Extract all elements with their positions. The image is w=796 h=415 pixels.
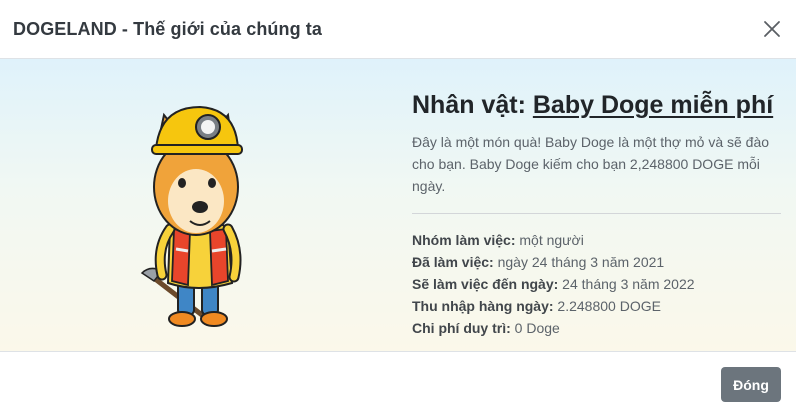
close-icon[interactable] bbox=[762, 19, 782, 39]
detail-value: ngày 24 tháng 3 năm 2021 bbox=[493, 254, 665, 270]
detail-label: Đã làm việc: bbox=[412, 254, 494, 270]
detail-row-daily-income: Thu nhập hàng ngày: 2.248800 DOGE bbox=[412, 295, 781, 317]
modal-dialog: DOGELAND - Thế giới của chúng ta Nhân vậ… bbox=[0, 0, 796, 415]
detail-row-work-group: Nhóm làm việc: một người bbox=[412, 229, 781, 251]
character-heading: Nhân vật: Baby Doge miễn phí bbox=[412, 89, 781, 121]
character-details: Nhóm làm việc: một người Đã làm việc: ng… bbox=[412, 229, 781, 339]
doge-miner-image bbox=[140, 79, 250, 331]
detail-label: Nhóm làm việc: bbox=[412, 232, 516, 248]
detail-label: Chi phí duy trì: bbox=[412, 320, 511, 336]
character-info: Nhân vật: Baby Doge miễn phí Đây là một … bbox=[412, 89, 781, 339]
divider bbox=[412, 213, 781, 214]
modal-footer: Đóng bbox=[0, 352, 796, 415]
character-description: Đây là một món quà! Baby Doge là một thợ… bbox=[412, 134, 770, 194]
detail-value: 2.248800 DOGE bbox=[553, 298, 661, 314]
character-heading-prefix: Nhân vật: bbox=[412, 91, 533, 119]
detail-value: 0 Doge bbox=[510, 320, 560, 336]
detail-row-maintenance-cost: Chi phí duy trì: 0 Doge bbox=[412, 317, 781, 339]
close-button[interactable]: Đóng bbox=[721, 367, 781, 402]
detail-row-work-until: Sẽ làm việc đến ngày: 24 tháng 3 năm 202… bbox=[412, 273, 781, 295]
detail-value: một người bbox=[515, 232, 584, 248]
modal-body: Nhân vật: Baby Doge miễn phí Đây là một … bbox=[0, 59, 796, 352]
detail-value: 24 tháng 3 năm 2022 bbox=[558, 276, 695, 292]
detail-label: Thu nhập hàng ngày: bbox=[412, 298, 554, 314]
modal-title: DOGELAND - Thế giới của chúng ta bbox=[13, 18, 323, 39]
detail-label: Sẽ làm việc đến ngày: bbox=[412, 276, 559, 292]
detail-row-worked: Đã làm việc: ngày 24 tháng 3 năm 2021 bbox=[412, 251, 781, 273]
character-name-link[interactable]: Baby Doge miễn phí bbox=[533, 91, 773, 119]
modal-header: DOGELAND - Thế giới của chúng ta bbox=[0, 0, 796, 59]
